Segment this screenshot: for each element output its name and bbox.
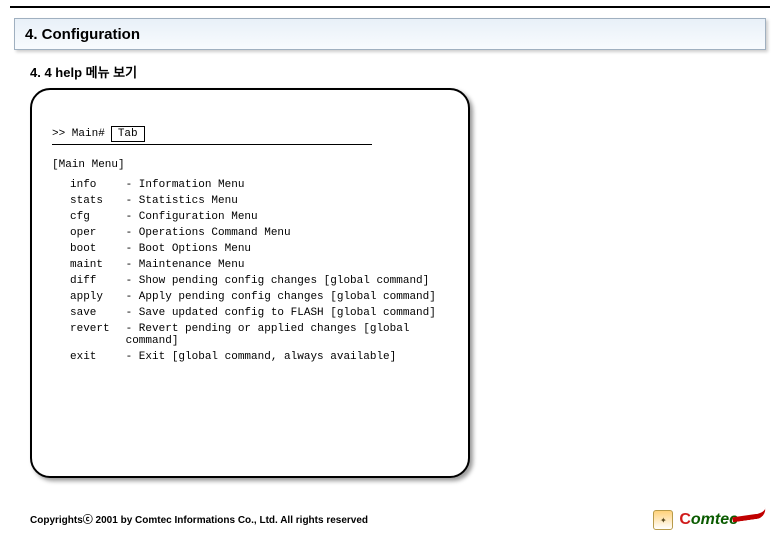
menu-cmd: save: [52, 305, 126, 321]
menu-row: boot- Boot Options Menu: [52, 241, 448, 257]
menu-desc: - Configuration Menu: [126, 209, 448, 225]
logo-area: ✦ CComtecomtec: [653, 510, 766, 530]
tab-key-box: Tab: [111, 126, 145, 142]
menu-row: stats- Statistics Menu: [52, 193, 448, 209]
copyright-footer: Copyrightsⓒ 2001 by Comtec Informations …: [30, 511, 368, 526]
menu-title: [Main Menu]: [52, 159, 448, 171]
prompt-underline: [52, 144, 372, 145]
menu-row: save- Save updated config to FLASH [glob…: [52, 305, 448, 321]
menu-table: info- Information Menu stats- Statistics…: [52, 177, 448, 365]
menu-desc: - Boot Options Menu: [126, 241, 448, 257]
menu-desc: - Maintenance Menu: [126, 257, 448, 273]
menu-row: apply- Apply pending config changes [glo…: [52, 289, 448, 305]
menu-cmd: maint: [52, 257, 126, 273]
menu-cmd: revert: [52, 321, 126, 349]
menu-desc: - Show pending config changes [global co…: [126, 273, 448, 289]
terminal-panel: >> Main# Tab [Main Menu] info- Informati…: [30, 88, 470, 478]
menu-desc: - Statistics Menu: [126, 193, 448, 209]
logo-swoosh-icon: [731, 508, 766, 523]
menu-cmd: info: [52, 177, 126, 193]
prompt-text: >> Main#: [52, 128, 105, 140]
section-header: 4. Configuration: [14, 18, 766, 50]
menu-row: exit- Exit [global command, always avail…: [52, 349, 448, 365]
menu-desc: - Operations Command Menu: [126, 225, 448, 241]
menu-row: info- Information Menu: [52, 177, 448, 193]
menu-desc: - Exit [global command, always available…: [126, 349, 448, 365]
menu-desc: - Revert pending or applied changes [glo…: [126, 321, 448, 349]
menu-cmd: diff: [52, 273, 126, 289]
subsection-title: 4. 4 help 메뉴 보기: [30, 62, 137, 81]
prompt-row: >> Main# Tab: [52, 126, 448, 142]
menu-row: diff- Show pending config changes [globa…: [52, 273, 448, 289]
menu-cmd: boot: [52, 241, 126, 257]
menu-row: cfg- Configuration Menu: [52, 209, 448, 225]
menu-cmd: oper: [52, 225, 126, 241]
top-rule: [10, 6, 770, 8]
comtec-logo: CComtecomtec: [679, 511, 766, 529]
menu-desc: - Save updated config to FLASH [global c…: [126, 305, 448, 321]
menu-cmd: cfg: [52, 209, 126, 225]
menu-cmd: stats: [52, 193, 126, 209]
cert-badge-icon: ✦: [653, 510, 673, 530]
section-title: 4. Configuration: [25, 26, 140, 43]
menu-row: oper- Operations Command Menu: [52, 225, 448, 241]
menu-cmd: apply: [52, 289, 126, 305]
menu-row: maint- Maintenance Menu: [52, 257, 448, 273]
menu-cmd: exit: [52, 349, 126, 365]
menu-row: revert- Revert pending or applied change…: [52, 321, 448, 349]
menu-desc: - Apply pending config changes [global c…: [126, 289, 448, 305]
menu-desc: - Information Menu: [126, 177, 448, 193]
